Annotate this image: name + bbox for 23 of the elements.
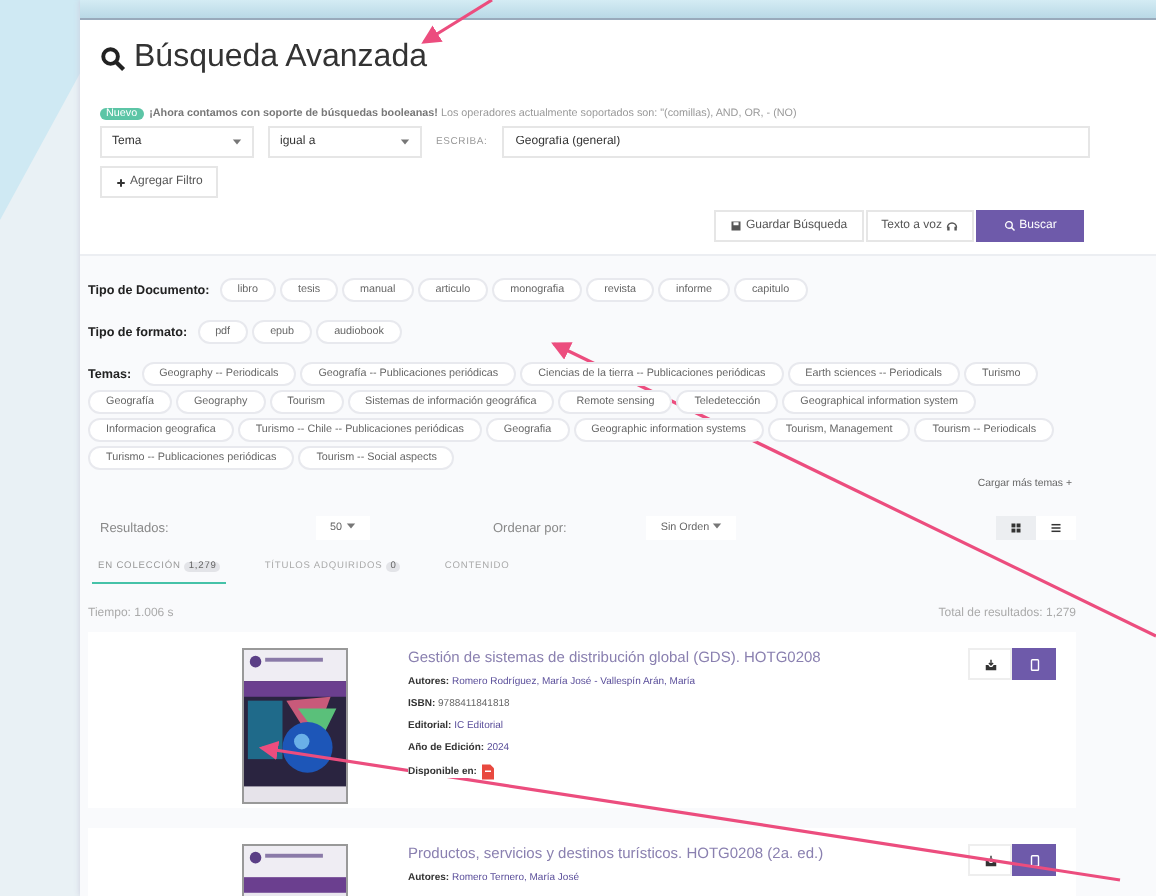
list-icon — [1050, 522, 1062, 534]
title-text: Búsqueda Avanzada — [134, 40, 427, 76]
download-button[interactable] — [968, 648, 1012, 680]
tablet-icon — [1027, 853, 1041, 867]
download-button[interactable] — [968, 844, 1012, 876]
caret-icon — [400, 138, 410, 146]
plus-icon — [116, 177, 126, 187]
caret-icon — [345, 522, 355, 530]
list-view-button[interactable] — [1036, 516, 1076, 540]
search-icon — [100, 45, 126, 71]
caret-icon — [232, 138, 242, 146]
pdf-file-icon[interactable] — [482, 764, 495, 780]
annotation-arrow — [421, 0, 493, 44]
tablet-icon — [1027, 657, 1041, 671]
caret-icon — [712, 522, 723, 530]
grid-view-button[interactable] — [996, 516, 1036, 540]
save-icon — [729, 220, 742, 232]
search-icon — [1003, 220, 1016, 232]
download-icon — [983, 853, 997, 867]
download-icon — [983, 657, 997, 671]
read-button[interactable] — [1012, 648, 1056, 680]
headphones-icon — [946, 220, 958, 232]
grid-icon — [1010, 522, 1022, 534]
